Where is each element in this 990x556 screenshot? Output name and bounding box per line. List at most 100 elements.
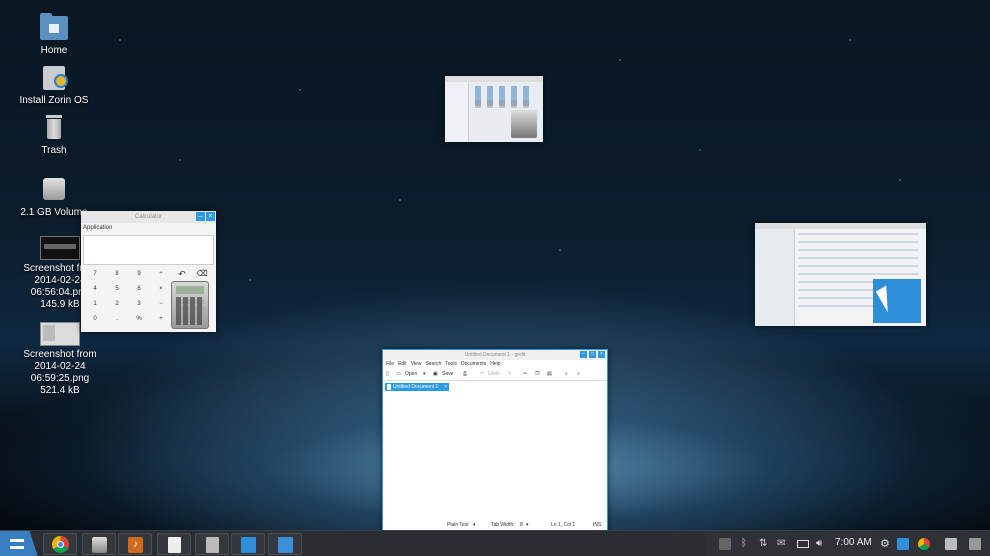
backspace-key-icon[interactable]: ⌫ — [193, 267, 211, 281]
save-button[interactable]: Save — [442, 371, 453, 377]
minimize-button[interactable]: – — [580, 351, 587, 358]
window-switcher-icon[interactable] — [897, 538, 909, 550]
files-icon — [92, 537, 107, 553]
gear-icon[interactable]: ⚙ — [880, 538, 892, 550]
menu-documents[interactable]: Documents — [461, 360, 486, 369]
gedit-menubar: File Edit View Search Tools Documents He… — [383, 360, 607, 369]
workspace-icon — [278, 537, 293, 553]
tab-width-label[interactable]: Tab Width: — [491, 520, 515, 530]
key-6[interactable]: 6 — [129, 282, 149, 296]
zorin-menu-icon[interactable] — [0, 531, 38, 556]
key-8[interactable]: 8 — [107, 267, 127, 281]
key-2[interactable]: 2 — [107, 297, 127, 311]
insert-mode: INS — [593, 522, 602, 528]
key-percent[interactable]: % — [129, 312, 149, 326]
taskbar-workspace[interactable] — [268, 533, 302, 555]
key-minus[interactable]: − — [151, 297, 171, 311]
close-button[interactable]: × — [598, 351, 605, 358]
image-thumbnail-icon — [40, 322, 80, 346]
undo-button[interactable]: Undo — [488, 371, 500, 377]
calculator-app-icon — [171, 281, 209, 329]
key-3[interactable]: 3 — [129, 297, 149, 311]
show-desktop-icon[interactable] — [969, 538, 981, 550]
key-0[interactable]: 0 — [85, 312, 105, 326]
new-document-icon[interactable]: ▯ — [386, 371, 389, 377]
tab-label: Untitled Document 1 — [393, 384, 439, 390]
clock[interactable]: 7:00 AM — [835, 537, 872, 548]
taskbar-control-center[interactable] — [231, 533, 265, 555]
open-icon[interactable]: ▭ — [396, 371, 401, 377]
desktop-icon-label: Install Zorin OS — [19, 95, 89, 106]
language-selector[interactable]: Plain Text — [447, 520, 469, 530]
calculator-display — [83, 235, 214, 265]
maximize-button[interactable]: □ — [589, 351, 596, 358]
menu-view[interactable]: View — [411, 360, 422, 369]
open-button[interactable]: Open — [405, 371, 417, 377]
chevron-down-icon[interactable]: ▾ — [423, 371, 426, 377]
installer-icon — [37, 62, 71, 92]
copy-icon[interactable]: ❐ — [535, 371, 539, 377]
window-title: Calculator — [134, 214, 162, 220]
calculator-menu[interactable]: Application — [81, 223, 216, 233]
document-tab[interactable]: Untitled Document 1 × — [385, 383, 449, 391]
menu-edit[interactable]: Edit — [398, 360, 407, 369]
replace-icon[interactable]: ⌕ — [577, 371, 580, 377]
network-icon[interactable]: ⇅ — [759, 538, 771, 550]
key-5[interactable]: 5 — [107, 282, 127, 296]
taskbar-music[interactable]: ♪ — [118, 533, 152, 555]
key-divide[interactable]: ÷ — [151, 267, 171, 281]
files-icon[interactable] — [945, 538, 957, 550]
cursor-position: Ln 1, Col 1 — [551, 522, 576, 528]
save-icon[interactable]: ▣ — [433, 371, 438, 377]
desktop-icon-home[interactable]: Home — [16, 12, 92, 57]
battery-icon[interactable] — [797, 540, 809, 548]
taskbar-chrome[interactable] — [43, 533, 77, 555]
menu-help[interactable]: Help — [490, 360, 500, 369]
key-multiply[interactable]: × — [151, 282, 171, 296]
taskbar-calculator[interactable] — [195, 533, 229, 555]
desktop-icon-install[interactable]: Install Zorin OS — [16, 62, 92, 107]
close-button[interactable]: × — [206, 212, 215, 221]
desktop-icon-label: Screenshot from 2014-02-24 06:59:25.png … — [23, 349, 97, 396]
key-decimal[interactable]: . — [107, 312, 127, 326]
taskbar-editor[interactable] — [157, 533, 191, 555]
key-1[interactable]: 1 — [85, 297, 105, 311]
window-title: Untitled Document 1 - gedit — [464, 352, 526, 358]
undo-icon[interactable]: ↶ — [480, 371, 484, 377]
volume-icon[interactable]: 🔊︎ — [816, 538, 828, 550]
calculator-titlebar[interactable]: Calculator – × — [81, 211, 216, 223]
menu-file[interactable]: File — [386, 360, 394, 369]
key-4[interactable]: 4 — [85, 282, 105, 296]
key-plus[interactable]: + — [151, 312, 171, 326]
search-icon[interactable]: ⌕ — [565, 371, 568, 377]
key-9[interactable]: 9 — [129, 267, 149, 281]
menu-search[interactable]: Search — [425, 360, 441, 369]
tab-width-value[interactable]: 8 — [520, 520, 523, 530]
control-center-window[interactable] — [755, 223, 926, 326]
taskbar-files[interactable] — [82, 533, 116, 555]
keyboard-icon[interactable] — [719, 538, 731, 550]
gedit-window[interactable]: Untitled Document 1 - gedit – □ × File E… — [382, 349, 608, 531]
bluetooth-icon[interactable]: ᛒ — [741, 538, 753, 550]
trash-icon — [37, 112, 71, 142]
redo-icon[interactable]: ↷ — [507, 371, 511, 377]
tab-close-icon[interactable]: × — [444, 383, 447, 391]
minimize-button[interactable]: – — [196, 212, 205, 221]
desktop-icon-screenshot-2[interactable]: Screenshot from 2014-02-24 06:59:25.png … — [22, 322, 98, 397]
text-editor-area[interactable] — [383, 392, 607, 520]
cut-icon[interactable]: ✂ — [523, 371, 527, 377]
key-7[interactable]: 7 — [85, 267, 105, 281]
gedit-titlebar[interactable]: Untitled Document 1 - gedit – □ × — [383, 350, 607, 360]
print-icon[interactable]: ⎙ — [463, 371, 467, 377]
chevron-down-icon[interactable]: ▾ — [526, 520, 529, 530]
mail-icon[interactable]: ✉ — [777, 538, 789, 550]
file-manager-window[interactable] — [445, 76, 543, 142]
calculator-window[interactable]: Calculator – × Application 7 8 9 ÷ 4 5 6… — [81, 211, 216, 332]
music-icon: ♪ — [128, 537, 143, 553]
paste-icon[interactable]: ▤ — [547, 371, 552, 377]
chrome-icon[interactable] — [918, 538, 930, 550]
undo-key-icon[interactable]: ↶ — [173, 267, 191, 281]
menu-tools[interactable]: Tools — [445, 360, 457, 369]
desktop-icon-trash[interactable]: Trash — [16, 112, 92, 157]
chevron-down-icon[interactable]: ▾ — [473, 520, 476, 530]
